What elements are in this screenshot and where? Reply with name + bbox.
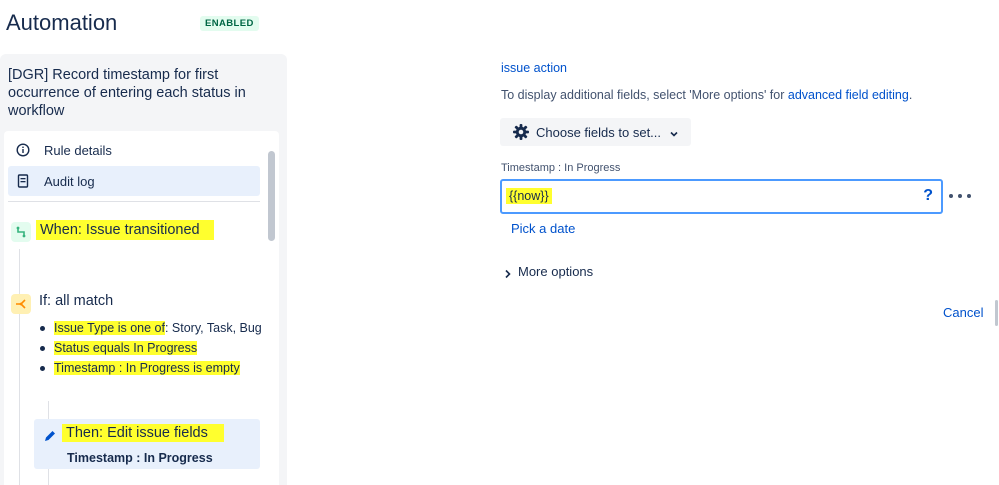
timestamp-field[interactable]: {{now}} ? — [500, 179, 943, 214]
list-item: Issue Type is one of: Story, Task, Bug — [38, 318, 262, 338]
flow-connector — [19, 249, 20, 485]
rule-flow-card: Rule details Audit log When: Issue trans… — [4, 131, 279, 485]
action-subtitle: Timestamp : In Progress — [67, 451, 213, 465]
chevron-down-icon — [669, 127, 679, 137]
field-value: {{now}} — [506, 188, 552, 204]
action-node[interactable]: Then: Edit issue fields Timestamp : In P… — [34, 419, 260, 469]
pick-date-link[interactable]: Pick a date — [511, 221, 575, 236]
field-label: Timestamp : In Progress — [501, 162, 621, 174]
scrollbar[interactable] — [268, 151, 275, 241]
more-actions-icon[interactable] — [949, 188, 971, 204]
cancel-button[interactable]: Cancel — [943, 305, 983, 320]
advanced-field-editing-link[interactable]: advanced field editing — [788, 88, 909, 102]
action-title: Then: Edit issue fields — [62, 424, 224, 442]
sidebar-item-label: Audit log — [44, 173, 95, 189]
choose-fields-button[interactable]: Choose fields to set... — [500, 118, 691, 146]
divider — [8, 201, 260, 202]
branch-icon — [11, 222, 31, 242]
chevron-right-icon — [504, 267, 512, 278]
more-options-toggle[interactable]: More options — [504, 264, 593, 279]
page-title: Automation — [6, 10, 118, 35]
list-item: Status equals In Progress — [38, 338, 262, 358]
condition-node[interactable]: If: all match — [39, 293, 113, 309]
status-badge: ENABLED — [200, 16, 259, 31]
info-icon — [16, 143, 30, 157]
gear-icon — [512, 123, 530, 141]
help-icon[interactable]: ? — [923, 187, 933, 205]
more-options-label: More options — [518, 264, 594, 279]
pencil-icon — [43, 429, 57, 443]
sidebar-item-rule-details[interactable]: Rule details — [8, 135, 260, 165]
condition-icon — [11, 294, 31, 314]
sidebar-item-label: Rule details — [44, 142, 112, 158]
sidebar-item-audit-log[interactable]: Audit log — [8, 166, 260, 196]
scrollbar[interactable] — [995, 300, 998, 326]
trigger-node[interactable]: When: Issue transitioned — [36, 220, 214, 240]
issue-action-link[interactable]: issue action — [501, 61, 567, 75]
rule-sidebar: [DGR] Record timestamp for first occurre… — [0, 54, 287, 485]
hint-text: To display additional fields, select 'Mo… — [501, 88, 913, 102]
list-item: Timestamp : In Progress is empty — [38, 358, 262, 378]
rule-title: [DGR] Record timestamp for first occurre… — [8, 67, 246, 119]
condition-list: Issue Type is one of: Story, Task, Bug S… — [38, 318, 262, 378]
cut-off-text — [501, 44, 811, 50]
document-icon — [16, 174, 30, 188]
choose-fields-label: Choose fields to set... — [536, 124, 662, 140]
